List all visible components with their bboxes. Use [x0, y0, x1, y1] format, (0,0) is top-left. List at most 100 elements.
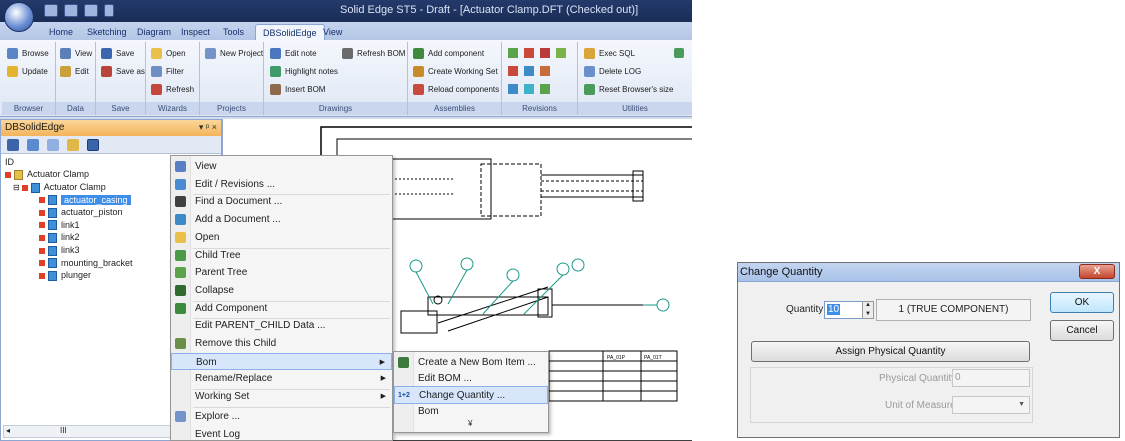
- panel-toolbar: [1, 136, 221, 154]
- revision-doc-icon[interactable]: [524, 66, 534, 76]
- folder-open-icon[interactable]: [47, 139, 59, 151]
- scroll-thumb[interactable]: III: [60, 426, 67, 435]
- open-wizard-button[interactable]: Open: [151, 46, 186, 61]
- save-as-button[interactable]: Save as: [101, 64, 145, 79]
- menu-item-explore[interactable]: Explore ...: [171, 408, 392, 426]
- quantity-input[interactable]: 10: [824, 301, 864, 319]
- revision-arrow-icon[interactable]: [556, 48, 566, 58]
- revision-doc-icon[interactable]: [540, 48, 550, 58]
- dropdown-arrow-icon[interactable]: ▼: [1018, 397, 1025, 413]
- ok-button[interactable]: OK: [1050, 292, 1114, 313]
- quantity-stepper[interactable]: ▲ ▼: [862, 301, 874, 319]
- star-icon[interactable]: [67, 139, 79, 151]
- revision-doc-icon[interactable]: [508, 66, 518, 76]
- tree-node-child[interactable]: actuator_casing: [39, 194, 131, 207]
- edit-data-button[interactable]: Edit: [60, 64, 89, 79]
- menu-item-remove-child[interactable]: Remove this Child: [171, 335, 392, 353]
- menu-item-rename-replace[interactable]: Rename/Replace ▶: [171, 370, 392, 388]
- menu-item-collapse[interactable]: Collapse: [171, 282, 392, 300]
- group-label: Revisions: [502, 102, 577, 115]
- new-project-button[interactable]: New Project: [205, 46, 263, 61]
- physical-quantity-input[interactable]: 0: [952, 369, 1030, 387]
- group-browser: Browse Update Browser: [2, 42, 56, 115]
- tree-node-root[interactable]: Actuator Clamp: [5, 168, 89, 181]
- revision-doc-icon[interactable]: [524, 84, 534, 94]
- refresh-bom-button[interactable]: Refresh BOM: [342, 46, 405, 61]
- create-bom-icon: [398, 357, 409, 368]
- update-button[interactable]: Update: [7, 64, 48, 79]
- menu-item-open[interactable]: Open: [171, 229, 392, 247]
- menu-item-parent-tree[interactable]: Parent Tree: [171, 264, 392, 282]
- revision-doc-icon[interactable]: [524, 48, 534, 58]
- tab-dbsolidedge[interactable]: DBSolidEdge: [255, 24, 325, 40]
- edit-note-button[interactable]: Edit note: [270, 46, 317, 61]
- menu-item-add-component[interactable]: Add Component: [171, 300, 392, 318]
- grid-icon[interactable]: [87, 139, 99, 151]
- reset-size-icon: [584, 84, 595, 96]
- tab-diagram[interactable]: Diagram: [130, 24, 178, 40]
- insert-bom-button[interactable]: Insert BOM: [270, 82, 325, 97]
- save-quick-icon[interactable]: [44, 4, 58, 17]
- bookmark-icon[interactable]: [7, 139, 19, 151]
- tab-tools[interactable]: Tools: [216, 24, 251, 40]
- menu-item-edit-revisions[interactable]: Edit / Revisions ...: [171, 176, 392, 194]
- refresh-button[interactable]: Refresh: [151, 82, 194, 97]
- menu-item-working-set[interactable]: Working Set ▶: [171, 388, 392, 406]
- customize-quick-icon[interactable]: [104, 4, 114, 17]
- expand-more-icon[interactable]: ¥: [468, 419, 472, 428]
- menu-item-edit-parent-child[interactable]: Edit PARENT_CHILD Data ...: [171, 317, 392, 335]
- revision-arrow-icon[interactable]: [508, 48, 518, 58]
- revision-arrow-icon[interactable]: [540, 66, 550, 76]
- menu-item-view[interactable]: View: [171, 158, 392, 176]
- menu-item-change-quantity[interactable]: 1+2 Change Quantity ...: [394, 386, 548, 404]
- column-header: ID: [5, 157, 14, 167]
- filter-button[interactable]: Filter: [151, 64, 184, 79]
- undo-quick-icon[interactable]: [64, 4, 78, 17]
- tab-sketching[interactable]: Sketching: [80, 24, 134, 40]
- tree-node-assembly[interactable]: ⊟ Actuator Clamp: [13, 181, 106, 194]
- menu-item-event-log[interactable]: Event Log: [171, 426, 392, 441]
- bom-submenu: Create a New Bom Item ... Edit BOM ... 1…: [393, 351, 549, 433]
- assign-physical-quantity-button[interactable]: Assign Physical Quantity: [751, 341, 1030, 362]
- save-button[interactable]: Save: [101, 46, 134, 61]
- revision-arrow-icon[interactable]: [540, 84, 550, 94]
- menu-item-add-document[interactable]: Add a Document ...: [171, 211, 392, 229]
- tree-icon[interactable]: [27, 139, 39, 151]
- tab-home[interactable]: Home: [42, 24, 80, 40]
- panel-controls[interactable]: ▾ ᵖ ×: [199, 122, 217, 133]
- tab-view[interactable]: View: [316, 24, 349, 40]
- tree-node-child[interactable]: link3: [39, 244, 80, 257]
- tree-node-child[interactable]: plunger: [39, 269, 91, 282]
- revision-doc-icon[interactable]: [508, 84, 518, 94]
- exec-sql-button[interactable]: Exec SQL: [584, 46, 635, 61]
- cancel-button[interactable]: Cancel: [1050, 320, 1114, 341]
- tab-inspect[interactable]: Inspect: [174, 24, 217, 40]
- close-button[interactable]: X: [1079, 264, 1115, 279]
- reset-browser-size-button[interactable]: Reset Browser's size: [584, 82, 673, 97]
- tree-node-child[interactable]: link2: [39, 231, 80, 244]
- add-component-button[interactable]: Add component: [413, 46, 484, 61]
- tree-node-child[interactable]: actuator_piston: [39, 206, 123, 219]
- tree-node-child[interactable]: mounting_bracket: [39, 257, 133, 270]
- application-button[interactable]: [4, 2, 34, 32]
- browse-button[interactable]: Browse: [7, 46, 49, 61]
- scroll-left-icon[interactable]: ◂: [6, 426, 10, 435]
- highlight-notes-button[interactable]: Highlight notes: [270, 64, 338, 79]
- menu-item-child-tree[interactable]: Child Tree: [171, 247, 392, 265]
- stepper-down-icon[interactable]: ▼: [865, 311, 871, 317]
- utility-extra-icon[interactable]: [674, 48, 684, 58]
- tree-node-child[interactable]: link1: [39, 219, 80, 232]
- unit-of-measure-select[interactable]: ▼: [952, 396, 1030, 414]
- delete-log-button[interactable]: Delete LOG: [584, 64, 641, 79]
- new-project-icon: [205, 48, 216, 60]
- reload-icon: [413, 84, 424, 96]
- menu-item-find-document[interactable]: Find a Document ...: [171, 193, 392, 211]
- create-working-set-button[interactable]: Create Working Set: [413, 64, 498, 79]
- collapse-toggle-icon[interactable]: ⊟: [13, 183, 20, 192]
- menu-item-bom[interactable]: Bom ▶: [171, 352, 392, 371]
- part-icon: [48, 195, 57, 206]
- view-data-button[interactable]: View: [60, 46, 92, 61]
- stepper-up-icon[interactable]: ▲: [865, 302, 871, 308]
- reload-components-button[interactable]: Reload components: [413, 82, 499, 97]
- redo-quick-icon[interactable]: [84, 4, 98, 17]
